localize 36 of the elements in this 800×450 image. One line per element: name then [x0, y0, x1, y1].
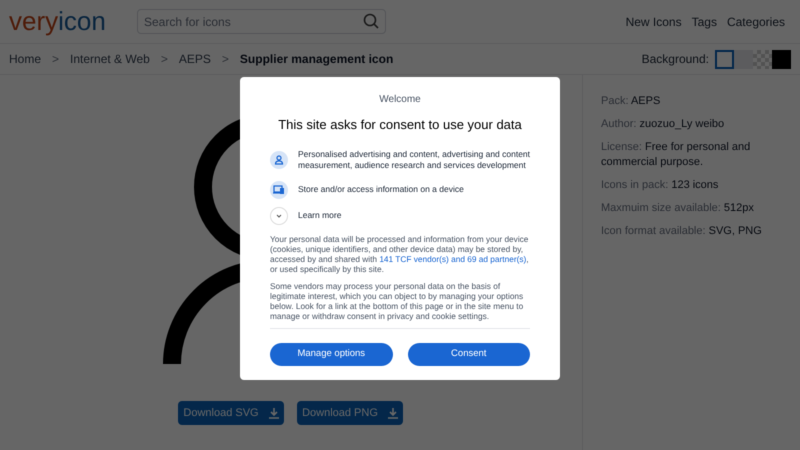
- detail-text: Icons in pack: 123 icons: [601, 178, 720, 193]
- search-field[interactable]: Search for icons: [137, 9, 386, 34]
- chevron-icon: [270, 206, 288, 224]
- search-icon[interactable]: [363, 13, 379, 29]
- breadcrumb-separator: >: [222, 51, 229, 68]
- breadcrumb-separator: >: [160, 51, 168, 68]
- device-icon: [270, 180, 288, 198]
- logo[interactable]: veryicon: [9, 4, 117, 36]
- consent-button[interactable]: Consent: [408, 342, 530, 366]
- vendors-link[interactable]: 141 TCF vendor(s) and 69 ad partner(s): [379, 254, 526, 264]
- breadcrumb-separator: >: [52, 51, 60, 68]
- breadcrumb-link[interactable]: Internet & Web: [70, 50, 150, 68]
- nav-link[interactable]: New Icons: [626, 12, 682, 30]
- download-icon: [388, 408, 398, 418]
- detail-text: Pack: AEPS: [601, 94, 662, 109]
- download-button[interactable]: Download SVG: [178, 401, 284, 425]
- manage-options-button[interactable]: Manage options: [270, 342, 392, 366]
- download-icon: [268, 408, 279, 418]
- consent-paragraph: Your personal data will be processed and information from your device (cookies, unique identifiers, and other device data) may be stored by, accessed by and shared with 141 TCF vendor(s) and 69 ad partner(s), or used specifically by this site.: [270, 234, 530, 274]
- detail-text: Icon format available: SVG, PNG: [601, 224, 763, 239]
- download-button[interactable]: Download PNG: [297, 401, 403, 425]
- consent-paragraph: Some vendors may process your personal data on the basis of legitimate interest, which you can object to by managing your options below. Look for a link at the bottom of this page or in the site menu to manage or withdraw consent in privacy and cookie settings.: [270, 280, 530, 328]
- purpose-text: Personalised advertising and content, advertising and content measurement, audience research and services development: [298, 148, 530, 170]
- nav-link[interactable]: Tags: [692, 12, 717, 30]
- nav-link[interactable]: Categories: [726, 12, 785, 30]
- detail-text: License: Free for personal and commercial purpose.: [601, 140, 752, 170]
- breadcrumb-link[interactable]: Supplier management icon: [240, 50, 394, 68]
- dialog-title: This site asks for consent to use your data: [277, 116, 523, 134]
- detail-text: Author: zuozuo_Ly weibo: [601, 117, 726, 132]
- dialog-subtitle: Welcome: [378, 93, 422, 107]
- breadcrumb-link[interactable]: Home: [9, 50, 42, 68]
- purpose-text: Store and/or access information on a device: [298, 184, 464, 195]
- detail-text: Maxmuim size available: 512px: [601, 201, 755, 216]
- background-label: Background:: [642, 51, 709, 68]
- breadcrumb-link[interactable]: AEPS: [178, 50, 211, 68]
- learn-more-toggle[interactable]: Learn more: [270, 206, 530, 224]
